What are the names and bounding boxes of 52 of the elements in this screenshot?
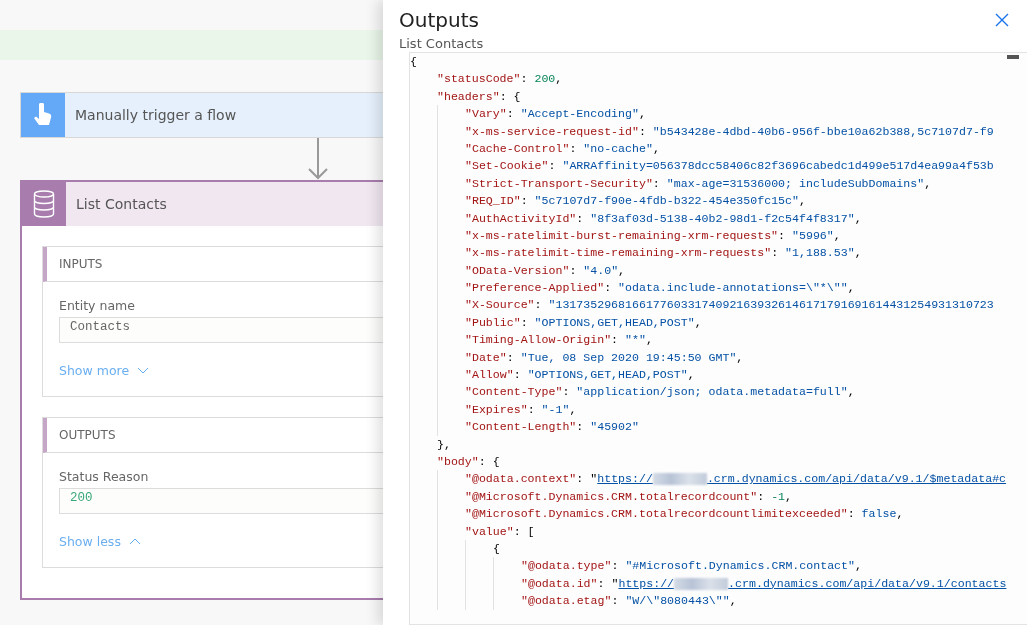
action-header[interactable]: List Contacts [22,182,383,226]
field-value: 200 [59,488,383,514]
scroll-marker [1007,55,1019,59]
code-line: }, [437,436,451,453]
code-line: "value": [ [465,523,535,540]
code-line: { [410,54,417,70]
trigger-title: Manually trigger a flow [75,107,237,123]
chevron-down-icon [137,367,150,374]
code-line: "Vary": "Accept-Encoding", [465,106,646,123]
code-line: "@odata.type": "#Microsoft.Dynamics.CRM.contact", [521,558,862,575]
code-line: "Allow": "OPTIONS,GET,HEAD,POST", [465,367,695,384]
code-line: "x-ms-service-request-id": "b543428e-4dbd-40b6-956f-bbe10a62b388,5c7107d7-f9 [465,123,994,140]
code-line: "AuthActivityId": "8f3af03d-5138-40b2-98d1-f2c54f4f8317", [465,210,862,227]
code-line: "Preference-Applied": "odata.include-annotations=\"*\"", [465,280,855,297]
panel-subtitle: List Contacts [399,36,485,51]
database-icon [33,190,55,218]
code-line: "REQ_ID": "5c7107d7-f90e-4fdb-b322-454e350fc15c", [465,193,806,210]
field-label: Entity name [59,298,136,313]
code-line: "@odata.id": "https:// .crm.dynamics.com/api/data/v9.1/contacts [521,575,1007,592]
code-line: "OData-Version": "4.0", [465,262,626,279]
code-line: "headers": { [437,88,521,105]
code-line: "@odata.etag": "W/\"8080443\"", [521,593,737,610]
code-line: "Cache-Control": "no-cache", [465,140,660,157]
code-line: "x-ms-ratelimit-time-remaining-xrm-requests": "1,188.53", [465,245,862,262]
chevron-up-icon [128,538,141,545]
code-line: "body": { [437,454,500,470]
code-line: "@odata.context": "https:// .crm.dynamics.com/api/data/v9.1/$metadata#c [465,471,1007,488]
code-line: "Timing-Allow-Origin": "*", [465,332,653,349]
connector-arrow [308,138,328,180]
field-label: Status Reason [59,469,150,484]
code-line: "@Microsoft.Dynamics.CRM.totalrecordcountlimitexceeded": false, [465,506,904,523]
code-line: "@Microsoft.Dynamics.CRM.totalrecordcount": -1, [465,488,793,505]
panel-title: Outputs [399,8,479,32]
code-line: "Expires": "-1", [465,401,577,418]
code-line: "statusCode": 200, [437,71,563,88]
code-line: "Set-Cookie": "ARRAffinity=056378dcc58406c82f3696cabedc1d499e517d4ea99a4f53b [465,158,994,175]
close-icon [995,13,1009,27]
code-line: "x-ms-ratelimit-burst-remaining-xrm-requests": "5996", [465,227,841,244]
hand-pointer-icon [33,103,53,127]
code-line: "Content-Type": "application/json; odata.metadata=full", [465,384,855,401]
field-value: Contacts [59,317,383,343]
code-link[interactable]: https:// .crm.dynamics.com/api/data/v9.1/$metadata#c [597,472,1007,486]
code-line: "Content-Length": "45902" [465,419,639,436]
close-button[interactable] [993,11,1011,29]
trigger-card[interactable]: Manually trigger a flow [20,92,383,138]
code-line: "Strict-Transport-Security": "max-age=31536000; includeSubDomains", [465,175,932,192]
code-line: "Public": "OPTIONS,GET,HEAD,POST", [465,314,702,331]
action-title: List Contacts [76,196,167,212]
code-link[interactable]: https:// .crm.dynamics.com/api/data/v9.1/contacts [618,576,1007,590]
code-line: "Date": "Tue, 08 Sep 2020 19:45:50 GMT", [465,349,744,366]
code-line: { [493,540,500,557]
code-line: "X-Source": "131735296816617760331740921639326146171791691614431254931310723 [465,297,994,314]
